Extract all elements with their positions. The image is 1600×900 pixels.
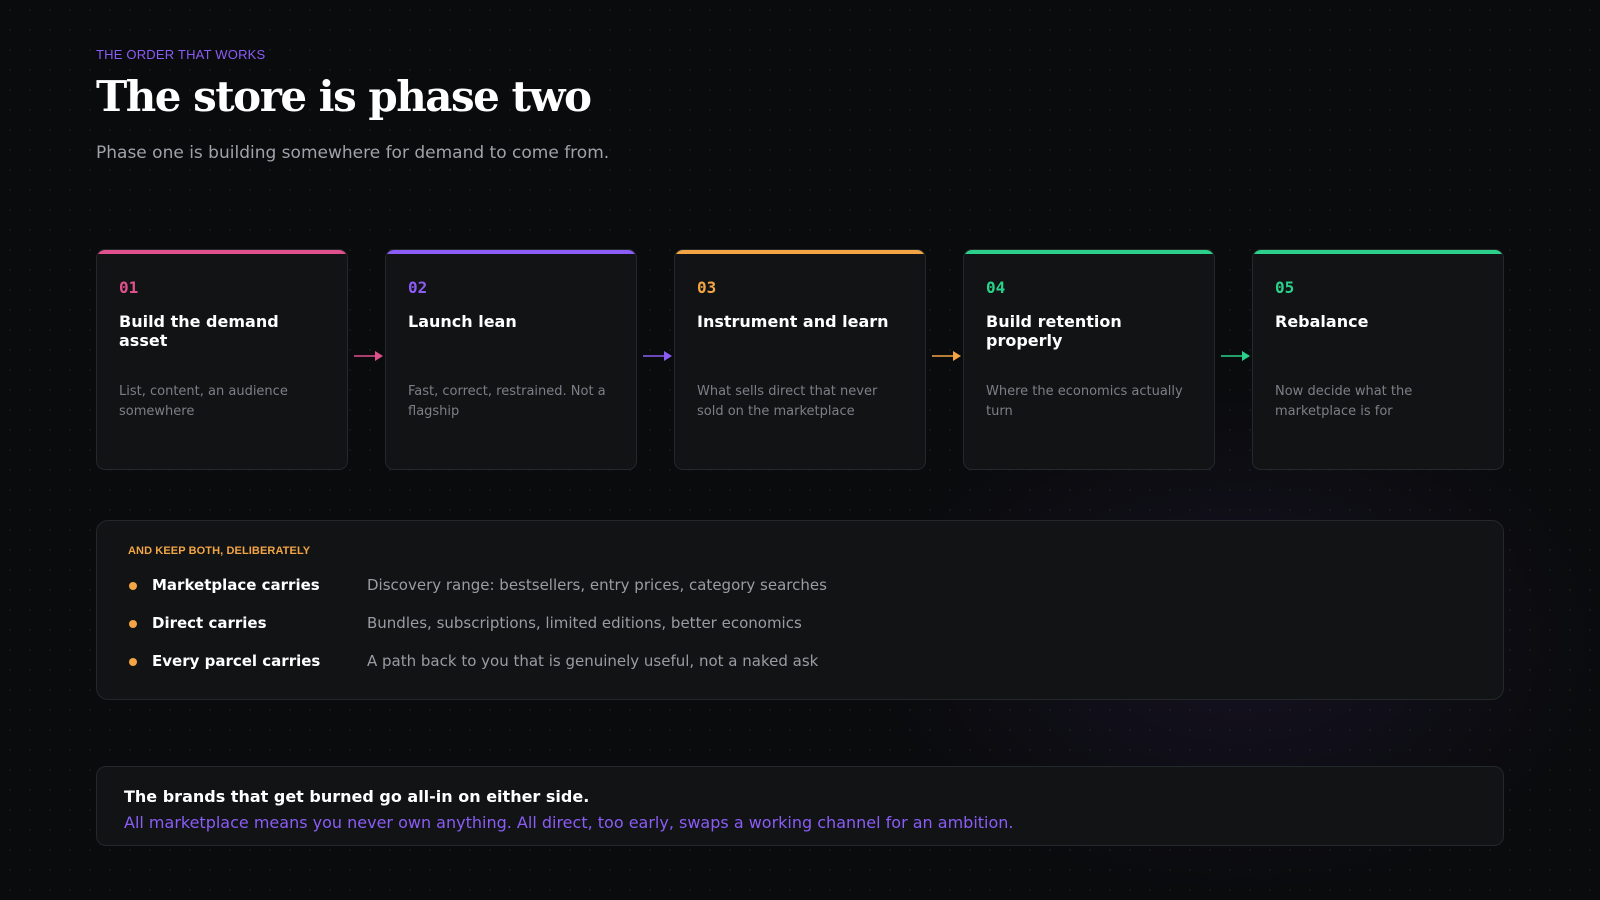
- step-number: 01: [119, 278, 139, 297]
- arrow-right-icon: [932, 351, 961, 361]
- step-title: Rebalance: [1275, 312, 1369, 331]
- bullet-dot-icon: [129, 658, 137, 666]
- step-card-2: 02 Launch lean Fast, correct, restrained…: [385, 249, 637, 470]
- arrow-right-icon: [643, 351, 672, 361]
- step-number: 03: [697, 278, 717, 297]
- bullet-dot-icon: [129, 620, 137, 628]
- step-title: Instrument and learn: [697, 312, 889, 331]
- step-title: Build the demand asset: [119, 312, 279, 350]
- step-card-5: 05 Rebalance Now decide what the marketp…: [1252, 249, 1504, 470]
- keep-row-description: Bundles, subscriptions, limited editions…: [367, 614, 802, 632]
- step-flow: 01 Build the demand asset List, content,…: [96, 249, 1504, 470]
- keep-both-panel: AND KEEP BOTH, DELIBERATELY Marketplace …: [96, 520, 1504, 700]
- step-number: 05: [1275, 278, 1295, 297]
- step-accent-bar: [1253, 250, 1503, 254]
- step-description: What sells direct that never sold on the…: [697, 384, 878, 419]
- callout-detail: All marketplace means you never own anyt…: [124, 813, 1014, 832]
- eyebrow-label: THE ORDER THAT WORKS: [96, 47, 266, 62]
- step-description: Fast, correct, restrained. Not a flagshi…: [408, 384, 606, 419]
- step-description: Now decide what the marketplace is for: [1275, 384, 1413, 419]
- step-accent-bar: [964, 250, 1214, 254]
- arrow-right-icon: [354, 351, 383, 361]
- step-number: 04: [986, 278, 1006, 297]
- arrow-right-icon: [1221, 351, 1250, 361]
- keep-row-title: Marketplace carries: [152, 576, 320, 594]
- keep-row-title: Direct carries: [152, 614, 267, 632]
- keep-row-title: Every parcel carries: [152, 652, 321, 670]
- step-accent-bar: [675, 250, 925, 254]
- step-accent-bar: [97, 250, 347, 254]
- step-title: Launch lean: [408, 312, 517, 331]
- step-card-4: 04 Build retention properly Where the ec…: [963, 249, 1215, 470]
- page-title: The store is phase two: [96, 72, 592, 121]
- keep-both-label: AND KEEP BOTH, DELIBERATELY: [128, 545, 311, 557]
- page-subtitle: Phase one is building somewhere for dema…: [96, 143, 610, 163]
- keep-row-description: Discovery range: bestsellers, entry pric…: [367, 576, 827, 594]
- keep-row-description: A path back to you that is genuinely use…: [367, 652, 819, 670]
- step-number: 02: [408, 278, 428, 297]
- step-title: Build retention properly: [986, 312, 1122, 350]
- step-accent-bar: [386, 250, 636, 254]
- step-description: Where the economics actually turn: [986, 384, 1183, 419]
- warning-callout: The brands that get burned go all-in on …: [96, 766, 1504, 846]
- step-description: List, content, an audience somewhere: [119, 384, 288, 419]
- step-card-1: 01 Build the demand asset List, content,…: [96, 249, 348, 470]
- callout-headline: The brands that get burned go all-in on …: [124, 787, 590, 806]
- bullet-dot-icon: [129, 582, 137, 590]
- step-card-3: 03 Instrument and learn What sells direc…: [674, 249, 926, 470]
